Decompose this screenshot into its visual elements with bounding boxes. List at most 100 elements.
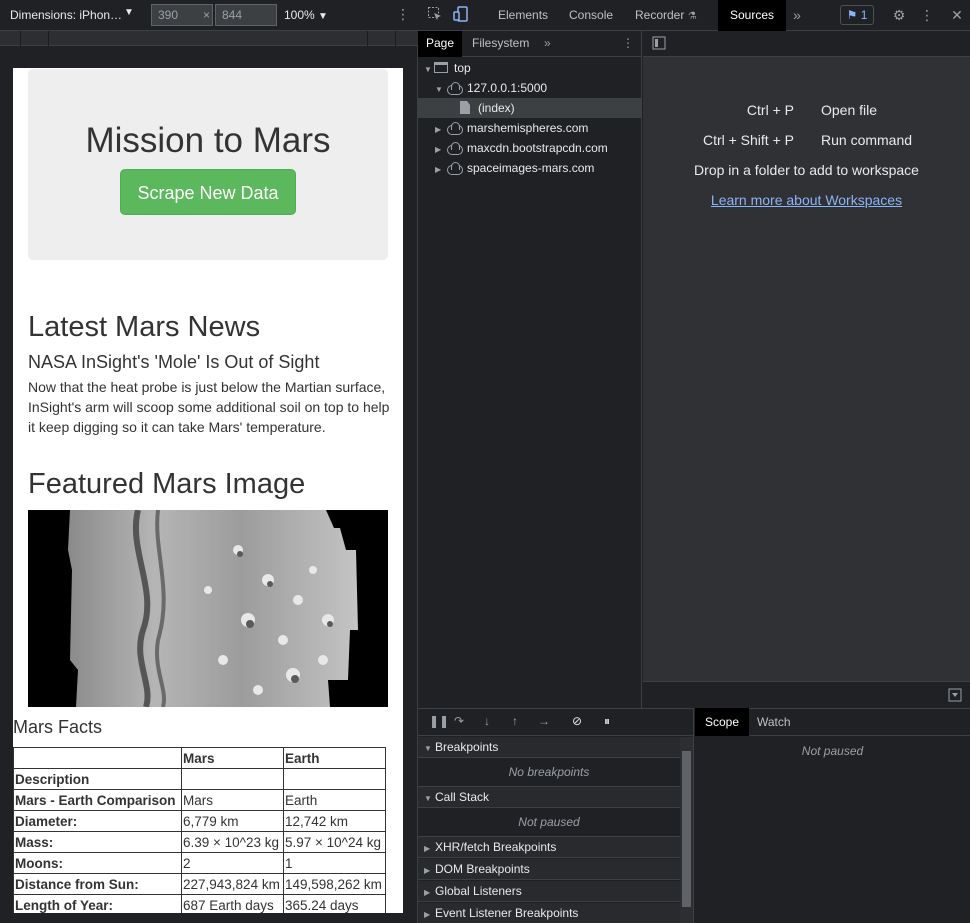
- navigator-tabs: Page Filesystem » ⋮: [418, 31, 642, 57]
- tab-sources[interactable]: Sources: [718, 0, 787, 31]
- table-cell: 227,943,824 km: [181, 873, 284, 895]
- root: Dimensions: iPhon… ▼ × 100% ▼ ⋮ Mission …: [0, 0, 970, 923]
- tab-filesystem[interactable]: Filesystem: [472, 31, 529, 57]
- table-cell: Diameter:: [13, 810, 182, 832]
- table-cell: 365.24 days: [283, 894, 386, 913]
- toggle-debugger-icon[interactable]: [948, 688, 962, 707]
- section-breakpoints[interactable]: ▼ Breakpoints: [418, 737, 680, 758]
- section-call-stack[interactable]: ▼ Call Stack: [418, 787, 680, 808]
- caret-down-icon[interactable]: ▼: [124, 7, 134, 18]
- tree-item-domain[interactable]: ▶ spaceimages-mars.com: [418, 158, 642, 178]
- shortcut-key-open-file: Ctrl + P: [746, 102, 794, 118]
- more-options-icon[interactable]: ⋮: [396, 6, 410, 23]
- gear-icon[interactable]: ⚙: [890, 6, 908, 24]
- tab-console[interactable]: Console: [569, 0, 613, 31]
- device-toolbar: Dimensions: iPhon… ▼ × 100% ▼ ⋮: [0, 0, 418, 31]
- featured-mars-image: [28, 510, 388, 707]
- section-label: Call Stack: [435, 790, 490, 804]
- tree-item-domain[interactable]: ▶ maxcdn.bootstrapcdn.com: [418, 138, 642, 158]
- tab-recorder[interactable]: Recorder ⚗: [635, 0, 697, 31]
- step-over-icon[interactable]: ↷: [454, 714, 464, 728]
- step-into-icon[interactable]: ↓: [484, 714, 490, 728]
- table-cell: Length of Year:: [13, 894, 182, 913]
- expand-right-icon: ▶: [435, 165, 442, 174]
- table-header-row: Mars Earth: [13, 747, 386, 769]
- media-query-ruler[interactable]: [0, 31, 418, 46]
- ruler-divider: [48, 31, 49, 46]
- section-event-listener-breakpoints[interactable]: ▶ Event Listener Breakpoints: [418, 903, 680, 923]
- table-cell: 5.97 × 10^24 kg: [283, 831, 386, 853]
- expand-right-icon: ▶: [424, 910, 431, 919]
- toggle-navigator-icon[interactable]: [652, 36, 666, 55]
- zoom-value: 100%: [284, 8, 315, 22]
- tree-label: spaceimages-mars.com: [467, 161, 595, 175]
- expand-right-icon: ▶: [435, 145, 442, 154]
- step-out-icon[interactable]: ↑: [512, 714, 518, 728]
- section-xhr-breakpoints[interactable]: ▶ XHR/fetch Breakpoints: [418, 837, 680, 858]
- tree-label: marshemispheres.com: [467, 121, 589, 135]
- tab-watch[interactable]: Watch: [757, 708, 791, 736]
- table-cell: Description: [13, 768, 182, 790]
- table-cell: 149,598,262 km: [283, 873, 386, 895]
- expand-down-icon: ▼: [424, 744, 432, 753]
- table-row: Length of Year: 687 Earth days 365.24 da…: [13, 894, 386, 913]
- shortcut-label-run-command: Run command: [821, 132, 913, 148]
- section-dom-breakpoints[interactable]: ▶ DOM Breakpoints: [418, 859, 680, 880]
- tree-label: 127.0.0.1:5000: [467, 81, 548, 95]
- tree-item-origin[interactable]: ▼ 127.0.0.1:5000: [418, 78, 642, 98]
- news-section-title: Latest Mars News: [28, 311, 261, 343]
- file-icon: [460, 101, 470, 114]
- tab-scope[interactable]: Scope: [695, 708, 750, 736]
- section-global-listeners[interactable]: ▶ Global Listeners: [418, 881, 680, 902]
- pause-on-exceptions-icon[interactable]: ⏸: [604, 714, 610, 729]
- step-icon[interactable]: →: [538, 714, 550, 728]
- tab-page[interactable]: Page: [418, 31, 463, 57]
- deactivate-breakpoints-icon[interactable]: ⊘: [572, 714, 582, 728]
- more-tabs-icon[interactable]: »: [544, 31, 551, 57]
- pause-icon[interactable]: ❚❚: [429, 714, 449, 728]
- table-row: Distance from Sun: 227,943,824 km 149,59…: [13, 873, 386, 895]
- debugger-scrollbar[interactable]: [680, 737, 693, 923]
- more-tabs-icon[interactable]: »: [788, 6, 806, 24]
- table-cell: [181, 768, 284, 790]
- scope-pane: [695, 708, 970, 923]
- learn-workspaces-link[interactable]: Learn more about Workspaces: [643, 192, 970, 208]
- zoom-dropdown[interactable]: 100% ▼: [284, 8, 328, 22]
- scope-tabs: Scope Watch: [695, 708, 970, 736]
- expand-right-icon: ▶: [424, 844, 431, 853]
- more-options-icon[interactable]: ⋮: [918, 6, 936, 24]
- expand-right-icon: ▶: [435, 125, 442, 134]
- table-cell: 2: [181, 852, 284, 874]
- shortcut-label-open-file: Open file: [821, 102, 878, 118]
- ruler-divider: [395, 31, 396, 46]
- inspect-element-icon[interactable]: [426, 6, 444, 24]
- close-icon[interactable]: ✕: [948, 6, 966, 24]
- cloud-icon: [445, 142, 463, 155]
- table-cell: Mars: [181, 789, 284, 811]
- device-toggle-icon[interactable]: [452, 6, 470, 24]
- scrollbar-thumb[interactable]: [682, 751, 691, 907]
- tree-item-index[interactable]: (index): [418, 98, 642, 118]
- more-options-icon[interactable]: ⋮: [622, 31, 634, 57]
- expand-down-icon: ▼: [435, 85, 443, 94]
- tree-label: top: [454, 61, 471, 75]
- issues-badge[interactable]: ⚑ 1: [840, 5, 874, 25]
- table-row: Diameter: 6,779 km 12,742 km: [13, 810, 386, 832]
- table-cell: [13, 747, 182, 769]
- scrape-button[interactable]: Scrape New Data: [120, 169, 296, 215]
- dimensions-dropdown[interactable]: Dimensions: iPhon…: [10, 8, 122, 22]
- tree-label: maxcdn.bootstrapcdn.com: [467, 141, 608, 155]
- expand-down-icon: ▼: [424, 794, 432, 803]
- mars-facts-table: Mars Earth Description Mars - Earth Comp…: [13, 747, 386, 913]
- tab-elements[interactable]: Elements: [498, 0, 548, 31]
- tree-label: (index): [478, 101, 515, 115]
- table-row: Description: [13, 768, 386, 790]
- tree-item-top[interactable]: ▼ top: [418, 58, 642, 78]
- editor-tabbar: [643, 31, 970, 57]
- table-cell: Distance from Sun:: [13, 873, 182, 895]
- tree-item-domain[interactable]: ▶ marshemispheres.com: [418, 118, 642, 138]
- expand-right-icon: ▶: [424, 866, 431, 875]
- flask-icon: ⚗: [687, 11, 697, 22]
- dimension-separator: ×: [203, 8, 211, 22]
- device-height-input[interactable]: [215, 4, 277, 26]
